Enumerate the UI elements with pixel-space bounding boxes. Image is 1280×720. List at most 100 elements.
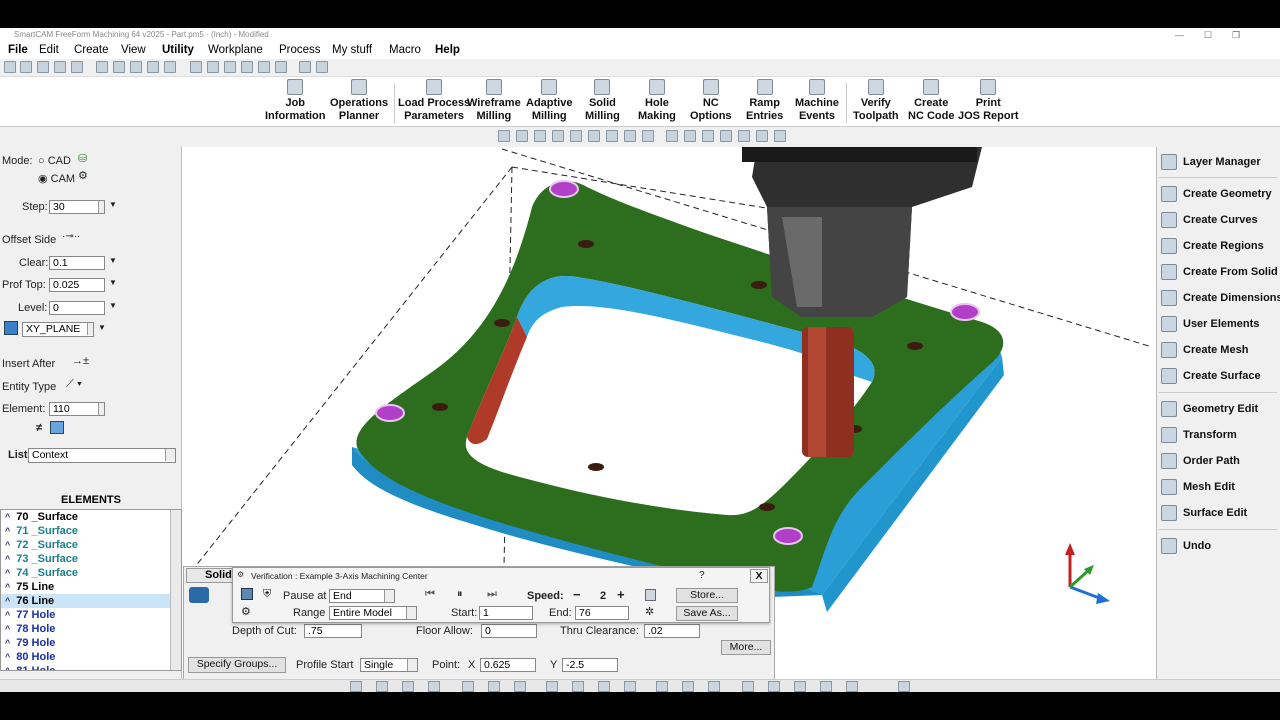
range-select[interactable]: Entire Model [329, 606, 417, 620]
layer-icon[interactable] [258, 61, 270, 73]
grid-icon[interactable] [164, 61, 176, 73]
view-axis-icon[interactable] [738, 130, 750, 142]
step-forward-icon[interactable]: ⏭ [487, 588, 497, 601]
not-equal-icon[interactable]: ≠ [36, 422, 42, 434]
open-file-icon[interactable] [20, 61, 32, 73]
create-mesh-button[interactable]: Create Mesh [1159, 339, 1279, 361]
menu-my-stuff[interactable]: My stuff [332, 44, 372, 56]
list-item[interactable]: ^ 79 Hole [1, 636, 181, 650]
snap-intersect-icon[interactable] [488, 681, 500, 692]
clear-field[interactable]: 0.1 [49, 256, 105, 270]
offset-side-icon[interactable]: ·⊸·· [62, 231, 80, 242]
undo-icon[interactable] [96, 61, 108, 73]
mesh-edit-button[interactable]: Mesh Edit [1159, 476, 1279, 498]
view-fit-icon[interactable] [498, 130, 510, 142]
flag-icon[interactable] [846, 681, 858, 692]
list-item[interactable]: ^ 76 Line [1, 594, 181, 608]
solid-milling-button[interactable]: Solid Milling [585, 79, 620, 123]
menu-create[interactable]: Create [74, 44, 109, 56]
pause-icon[interactable]: ⏸ [457, 588, 463, 601]
create-surface-button[interactable]: Create Surface [1159, 365, 1279, 387]
settings-gear-icon[interactable]: ✲ [645, 605, 654, 618]
view-light-icon[interactable] [756, 130, 768, 142]
list-item[interactable]: ^ 80 Hole [1, 650, 181, 664]
thru-clearance-field[interactable]: .02 [644, 624, 700, 638]
speed-decrease-button[interactable]: − [573, 587, 581, 602]
verification-close-button[interactable]: X [750, 569, 768, 583]
list-icon[interactable] [299, 61, 311, 73]
filter-icon[interactable] [50, 421, 64, 434]
maximize-icon[interactable]: ☐ [1204, 28, 1212, 42]
delete-icon[interactable] [275, 61, 287, 73]
workplane-field[interactable]: XY_PLANE [22, 322, 94, 337]
list-item[interactable]: ^ 70 _Surface [1, 510, 181, 524]
paste-icon[interactable] [224, 61, 236, 73]
view-grid-icon[interactable] [720, 130, 732, 142]
solid-tab[interactable]: Solid [186, 568, 234, 583]
job-information-button[interactable]: Job Information [265, 79, 326, 123]
create-nc-code-button[interactable]: Create NC Code [908, 79, 954, 123]
more-button[interactable]: More... [721, 640, 771, 655]
select-icon[interactable] [241, 61, 253, 73]
list-dropdown-icon[interactable] [165, 449, 175, 461]
menu-view[interactable]: View [121, 44, 146, 56]
create-geometry-button[interactable]: Create Geometry [1159, 183, 1279, 205]
mode-cam-radio[interactable]: ◉ CAM [38, 172, 75, 185]
solid-tool-icon[interactable] [189, 587, 209, 603]
snap-mid-icon[interactable] [402, 681, 414, 692]
view-hidden-icon[interactable] [684, 130, 696, 142]
view-wire-icon[interactable] [666, 130, 678, 142]
prof-top-dropdown-icon[interactable]: ▼ [109, 278, 117, 287]
list-item[interactable]: ^ 74 _Surface [1, 566, 181, 580]
menu-edit[interactable]: Edit [39, 44, 59, 56]
level-field[interactable]: 0 [49, 301, 105, 315]
create-curves-button[interactable]: Create Curves [1159, 209, 1279, 231]
pause-at-dropdown-icon[interactable] [384, 590, 394, 602]
snap-center-icon[interactable] [428, 681, 440, 692]
snap-tangent-icon[interactable] [514, 681, 526, 692]
menu-macro[interactable]: Macro [389, 44, 421, 56]
menu-workplane[interactable]: Workplane [208, 44, 263, 56]
view-rotate-icon[interactable] [552, 130, 564, 142]
store-button[interactable]: Store... [676, 588, 738, 603]
geometry-edit-button[interactable]: Geometry Edit [1159, 398, 1279, 420]
save-icon[interactable] [37, 61, 49, 73]
undo-button[interactable]: Undo [1159, 535, 1279, 557]
order-path-button[interactable]: Order Path [1159, 450, 1279, 472]
draw-line-icon[interactable] [546, 681, 558, 692]
view-tool-icon[interactable] [774, 130, 786, 142]
snap-end-icon[interactable] [376, 681, 388, 692]
menu-process[interactable]: Process [279, 44, 321, 56]
start-field[interactable]: 1 [479, 606, 533, 620]
select-mode-icon[interactable] [742, 681, 754, 692]
view-front-icon[interactable] [588, 130, 600, 142]
zoom-mode-icon[interactable] [794, 681, 806, 692]
step-field[interactable]: 30 [49, 200, 105, 214]
measure-icon[interactable] [624, 681, 636, 692]
ramp-entries-button[interactable]: Ramp Entries [746, 79, 783, 123]
verification-help-icon[interactable]: ? [699, 570, 705, 581]
cut-icon[interactable] [190, 61, 202, 73]
verify-toolpath-button[interactable]: Verify Toolpath [853, 79, 899, 123]
rewind-icon[interactable]: ⏮ [425, 588, 435, 601]
view-side-icon[interactable] [606, 130, 618, 142]
snap-point-icon[interactable] [462, 681, 474, 692]
list-item[interactable]: ^ 71 _Surface [1, 524, 181, 538]
table-icon[interactable] [316, 61, 328, 73]
refresh-icon[interactable] [130, 61, 142, 73]
pan-icon[interactable] [682, 681, 694, 692]
level-dropdown-icon[interactable]: ▼ [109, 301, 117, 310]
snap-grid-icon[interactable] [350, 681, 362, 692]
list-item[interactable]: ^ 73 _Surface [1, 552, 181, 566]
view-iso-icon[interactable] [624, 130, 636, 142]
wireframe-milling-button[interactable]: Wireframe Milling [467, 79, 521, 123]
rotate-mode-icon[interactable] [768, 681, 780, 692]
view-pan-icon[interactable] [534, 130, 546, 142]
depth-of-cut-field[interactable]: .75 [304, 624, 362, 638]
list-context-select[interactable]: Context [28, 448, 176, 463]
profile-start-dropdown-icon[interactable] [407, 659, 417, 671]
new-file-icon[interactable] [4, 61, 16, 73]
step-spinner[interactable] [98, 201, 104, 213]
element-field[interactable]: 110 [49, 402, 105, 416]
print-icon[interactable] [54, 61, 66, 73]
